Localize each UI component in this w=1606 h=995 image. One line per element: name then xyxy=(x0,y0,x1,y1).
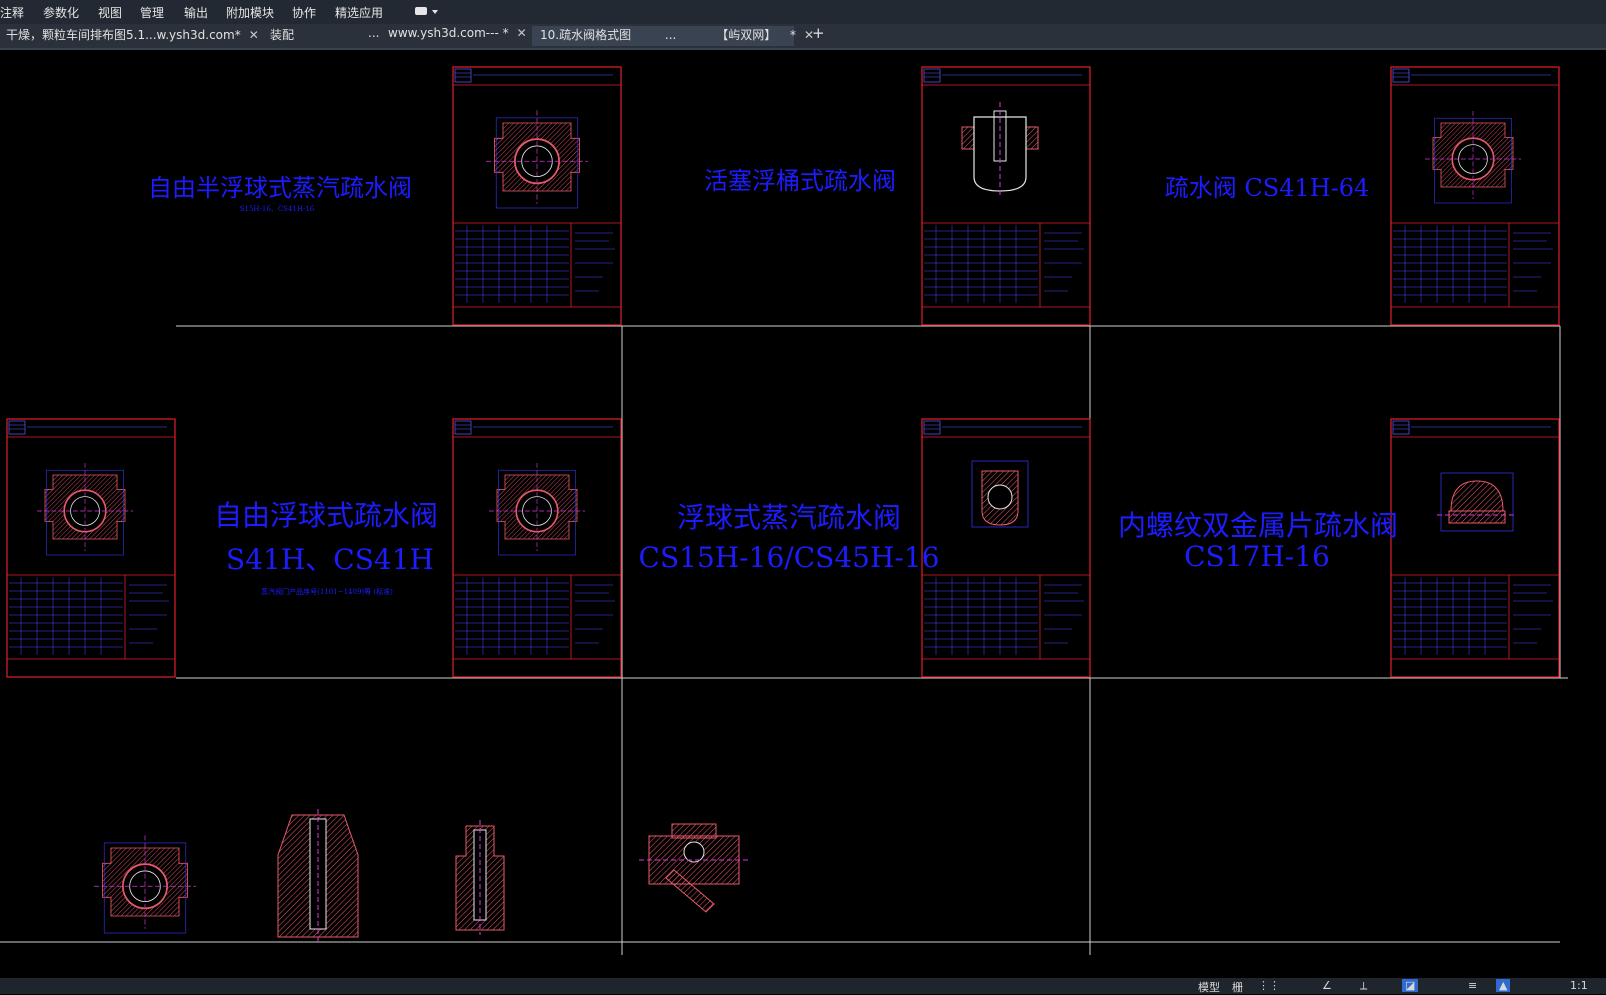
title-cs41h64-trap: 疏水阀 CS41H-64 xyxy=(1165,174,1370,202)
drawing-sheet-free-float-b[interactable] xyxy=(452,418,622,678)
title-float-steam-model: CS15H-16/CS45H-16 xyxy=(639,541,940,574)
tab-label: www.ysh3d.com--- * xyxy=(388,26,509,40)
tab-drying-layout[interactable]: 干燥，颗粒车间排布图5.1...w.ysh3d.com* ✕ xyxy=(6,26,264,46)
title-free-float-trap: 自由浮球式疏水阀 xyxy=(214,499,438,532)
object-snap-icon[interactable]: ◪ xyxy=(1402,979,1419,992)
drawing-svg: 自由半浮球式蒸汽疏水阀 S15H-16、CS41H-16 活塞浮桶式疏水阀 疏水… xyxy=(0,66,1568,955)
tab-steam-trap-format[interactable]: 10.疏水阀格式图 ... 【屿双网】 * ✕ xyxy=(532,26,814,46)
snap-toggle[interactable]: ⋮⋮ xyxy=(1258,979,1280,992)
tab-label: * xyxy=(790,28,797,42)
tab-label: 【屿双网】 xyxy=(716,28,777,42)
title-bimetal-model: CS17H-16 xyxy=(1184,540,1330,573)
model-space-toggle[interactable]: 模型 xyxy=(1198,979,1220,995)
lineweight-icon[interactable]: ≡ xyxy=(1468,979,1477,992)
tab-label: ... xyxy=(368,26,380,40)
document-tab-bar: 干燥，颗粒车间排布图5.1...w.ysh3d.com* ✕ 装配 ... www… xyxy=(0,24,1606,50)
drawing-sheet-bimetal[interactable] xyxy=(1390,418,1560,678)
menu-collaborate[interactable]: 协作 xyxy=(292,4,316,21)
title-float-steam-trap: 浮球式蒸汽疏水阀 xyxy=(677,501,901,534)
grid-toggle[interactable]: 栅 xyxy=(1232,979,1243,995)
title-free-float-model: S41H、CS41H xyxy=(226,543,434,576)
tab-label: 装配 xyxy=(270,28,295,42)
part-y-strainer-section[interactable] xyxy=(639,823,749,913)
video-icon xyxy=(415,7,438,15)
status-bar: 模型 栅 ⋮⋮ ∠ ⟂ ◪ ≡ ▲ 1:1 xyxy=(0,978,1606,994)
menu-manage[interactable]: 管理 xyxy=(140,4,164,21)
annotation-scale[interactable]: 1:1 xyxy=(1570,979,1588,992)
tab-ysh3d[interactable]: www.ysh3d.com--- * ✕ xyxy=(388,26,527,46)
workspace-dropdown[interactable] xyxy=(414,4,440,18)
drawing-sheet-float-steam[interactable] xyxy=(921,418,1091,678)
menu-bar: 注释 参数化 视图 管理 输出 附加模块 协作 精选应用 xyxy=(0,0,1606,24)
subtitle-free-float: 蒸汽阀门产品序号(1101~1409)等 (标准) xyxy=(261,587,393,596)
close-icon[interactable]: ✕ xyxy=(517,26,527,40)
drawing-canvas[interactable]: 自由半浮球式蒸汽疏水阀 S15H-16、CS41H-16 活塞浮桶式疏水阀 疏水… xyxy=(0,50,1606,978)
tab-label: 10.疏水阀格式图 xyxy=(540,28,632,42)
menu-output[interactable]: 输出 xyxy=(184,4,208,21)
menu-addons[interactable]: 附加模块 xyxy=(226,4,274,21)
tab-assembly[interactable]: 装配 xyxy=(270,26,360,46)
title-bimetal-trap: 内螺纹双金属片疏水阀 xyxy=(1118,509,1398,542)
new-tab-button[interactable]: + xyxy=(812,24,832,44)
drawing-sheet-piston-bucket[interactable] xyxy=(921,66,1091,326)
drawing-sheet-cs41h64[interactable] xyxy=(1390,66,1560,326)
menu-annotate[interactable]: 注释 xyxy=(0,4,24,21)
subtitle-semi-float-trap: S15H-16、CS41H-16 xyxy=(240,205,315,213)
menu-view[interactable]: 视图 xyxy=(98,4,122,21)
title-semi-float-trap: 自由半浮球式蒸汽疏水阀 xyxy=(148,174,412,202)
tab-label: 干燥，颗粒车间排布图5.1...w.ysh3d.com* xyxy=(6,28,241,42)
section-divider-lines xyxy=(0,325,1568,955)
close-icon[interactable]: ✕ xyxy=(249,28,259,42)
tab-label: ... xyxy=(664,28,677,42)
part-piston-section[interactable] xyxy=(277,809,359,943)
menu-parametric[interactable]: 参数化 xyxy=(43,4,79,21)
part-bimetal-section[interactable] xyxy=(455,820,505,935)
tab-overflow-left[interactable]: ... xyxy=(368,26,382,46)
annotation-icon[interactable]: ▲ xyxy=(1496,979,1511,992)
title-piston-bucket-trap: 活塞浮桶式疏水阀 xyxy=(704,167,896,195)
part-float-trap-section[interactable] xyxy=(93,834,197,934)
menu-featured-apps[interactable]: 精选应用 xyxy=(335,4,383,21)
polar-tracking-icon[interactable]: ∠ xyxy=(1322,979,1332,992)
ortho-icon[interactable]: ⟂ xyxy=(1360,979,1367,993)
drawing-sheet-free-float-a[interactable] xyxy=(6,418,176,678)
drawing-sheet-semi-float[interactable] xyxy=(452,66,622,326)
